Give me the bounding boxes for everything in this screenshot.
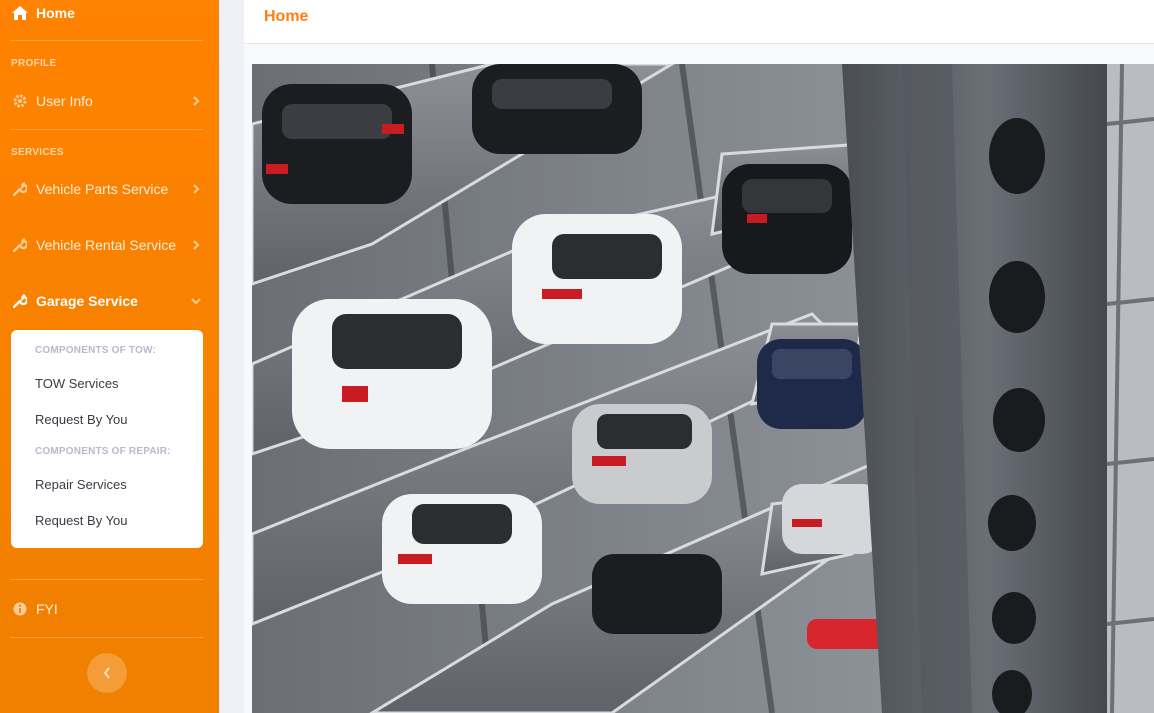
sidebar-divider (10, 637, 203, 638)
sidebar-item-label: FYI (36, 601, 58, 617)
sidebar-item-user-info[interactable]: User Info (12, 91, 202, 111)
home-icon (12, 6, 28, 20)
sidebar-item-label: User Info (36, 93, 93, 109)
submenu-heading-repair: COMPONENTS OF REPAIR: (35, 446, 171, 457)
gear-icon (12, 93, 28, 109)
sidebar-item-fyi[interactable]: FYI (12, 599, 202, 619)
wrench-icon (12, 237, 28, 253)
sidebar-item-label: Garage Service (36, 293, 138, 309)
sidebar-item-vehicle-rental[interactable]: Vehicle Rental Service (12, 235, 202, 255)
sidebar-toggle-button[interactable] (87, 653, 127, 693)
wrench-icon (12, 293, 28, 309)
chevron-right-icon (190, 239, 202, 251)
section-heading-services: SERVICES (11, 147, 64, 158)
sidebar: Home PROFILE User Info SERVICES Vehicle … (0, 0, 219, 713)
content-gutter (219, 0, 244, 713)
sidebar-item-garage[interactable]: Garage Service (12, 291, 202, 311)
submenu-heading-tow: COMPONENTS OF TOW: (35, 345, 157, 356)
chevron-right-icon (190, 95, 202, 107)
car-tower-illustration (252, 64, 1154, 713)
sidebar-item-vehicle-parts[interactable]: Vehicle Parts Service (12, 179, 202, 199)
sidebar-item-label: Vehicle Parts Service (36, 181, 169, 197)
nav-home-label: Home (36, 5, 75, 21)
chevron-down-icon (190, 295, 202, 307)
hero-image-car-tower (252, 64, 1154, 713)
sidebar-divider (10, 579, 203, 580)
section-heading-profile: PROFILE (11, 58, 57, 69)
garage-submenu: COMPONENTS OF TOW: TOW Services Request … (11, 330, 203, 548)
nav-home[interactable]: Home (12, 4, 75, 22)
sidebar-divider (10, 40, 203, 41)
topbar: Home (244, 0, 1154, 44)
chevron-left-icon (103, 667, 111, 679)
submenu-item-tow-request[interactable]: Request By You (35, 412, 128, 427)
submenu-item-tow-services[interactable]: TOW Services (35, 376, 119, 391)
chevron-right-icon (190, 183, 202, 195)
info-icon (12, 601, 28, 617)
page-title: Home (264, 8, 309, 25)
sidebar-item-label: Vehicle Rental Service (36, 237, 177, 253)
submenu-item-repair-request[interactable]: Request By You (35, 513, 128, 528)
sidebar-divider (10, 129, 203, 130)
wrench-icon (12, 181, 28, 197)
submenu-item-repair-services[interactable]: Repair Services (35, 477, 127, 492)
